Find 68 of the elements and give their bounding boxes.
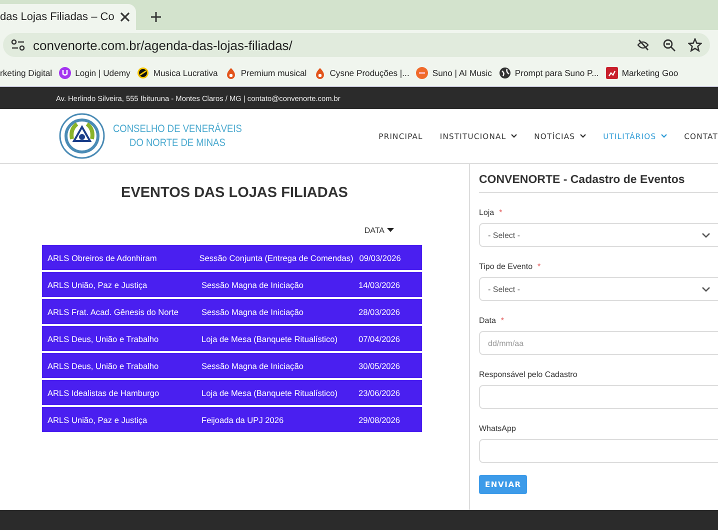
table-cell-text: 09/03/2026 [358, 252, 402, 262]
new-tab-icon[interactable] [150, 11, 162, 23]
bookmark[interactable]: Login | Udemy [59, 67, 130, 79]
sort-caret-icon [386, 228, 394, 232]
input-field[interactable]: dd/mm/aa [479, 331, 718, 355]
bookmark[interactable]: Premium musical [224, 67, 307, 79]
input-field[interactable] [479, 385, 718, 409]
circle-icon [416, 67, 428, 79]
star-icon [688, 38, 702, 52]
table-cell-text: Sessão Magna de Iniciação [200, 360, 304, 370]
table-cell-text: 29/08/2026 [358, 414, 402, 424]
close-icon [120, 12, 130, 22]
table-cell-text: Feijoada da UPJ 2026 [200, 414, 285, 424]
field-label: Tipo de Evento [479, 262, 533, 271]
circle-icon [59, 67, 72, 79]
emblem-icon [59, 113, 105, 159]
logo-text: DO NORTE DE MINAS [130, 136, 226, 150]
table-cell-text: Sessão Magna de Iniciação [200, 306, 304, 316]
input-field[interactable] [479, 439, 718, 463]
eye-slash-icon [636, 38, 650, 52]
browser-tab[interactable]: das Lojas Filiadas – Co [0, 4, 136, 30]
table-cell-text: 30/05/2026 [358, 360, 402, 370]
field-label: Loja [479, 208, 494, 217]
bookmark[interactable]: rketing Digital [0, 68, 52, 78]
form-title: CONVENORTE - Cadastro de Eventos [479, 174, 718, 193]
field-label: WhatsApp [479, 424, 516, 433]
table-cell-text: ARLS Deus, União e Trabalho [46, 360, 160, 370]
table-cell-text: ARLS Idealistas de Hamburgo [46, 388, 160, 398]
square-icon [606, 67, 618, 79]
url-text: convenorte.com.br/agenda-das-lojas-filiadas/ [33, 38, 294, 52]
table-cell-text: Sessão Magna de Iniciação [200, 280, 304, 290]
field-label: Data [479, 316, 496, 325]
bookmark[interactable]: Suno | AI Music [416, 67, 492, 79]
select-field[interactable]: - Select - [479, 223, 718, 247]
field-label: Responsável pelo Cadastro [479, 370, 578, 379]
page-heading: EVENTOS DAS LOJAS FILIADAS [121, 185, 348, 201]
circle-icon [137, 67, 150, 79]
table-cell-text: ARLS União, Paz e Justiça [46, 414, 148, 424]
table-cell-text: Sessão Conjunta (Entrega de Comendas) [198, 252, 354, 262]
globe-icon [498, 67, 511, 79]
select-field[interactable]: - Select - [479, 277, 718, 301]
chevron-icon [702, 232, 710, 238]
table-cell-text: Loja de Mesa (Banquete Ritualístico) [200, 388, 339, 398]
bookmark[interactable]: Cysne Produções |... [314, 67, 410, 79]
table-cell-text: ARLS Frat. Acad. Gênesis do Norte [46, 306, 180, 316]
required-mark: * [499, 208, 502, 217]
table-cell-text: ARLS Deus, União e Trabalho [46, 334, 160, 344]
table-cell-text: Loja de Mesa (Banquete Ritualístico) [200, 334, 339, 344]
tab-title: das Lojas Filiadas – Co [0, 11, 114, 23]
zoom-icon [662, 38, 676, 52]
bookmark[interactable]: Prompt para Suno P... [498, 67, 599, 79]
table-cell-text: 07/04/2026 [358, 334, 402, 344]
sort-column-header[interactable]: DATA [364, 226, 394, 234]
bookmark[interactable]: Marketing Goo [606, 67, 678, 79]
logo-text: CONSELHO DE VENERÁVEIS [113, 122, 242, 136]
flame-icon [314, 67, 326, 79]
table-cell-text: 14/03/2026 [358, 280, 402, 290]
chevron-icon [702, 286, 710, 292]
bookmark[interactable]: Musica Lucrativa [137, 67, 218, 79]
required-mark: * [500, 316, 504, 325]
address-bar[interactable]: convenorte.com.br/agenda-das-lojas-filiadas/ [3, 33, 710, 57]
table-cell-text: 28/03/2026 [358, 306, 402, 316]
table-cell-text: 23/06/2026 [358, 388, 402, 398]
table-cell-text: ARLS União, Paz e Justiça [46, 280, 148, 290]
required-mark: * [538, 262, 541, 271]
site-settings-icon [11, 39, 25, 51]
table-cell-text: ARLS Obreiros de Adonhiram [46, 252, 158, 262]
flame-icon [224, 67, 237, 79]
